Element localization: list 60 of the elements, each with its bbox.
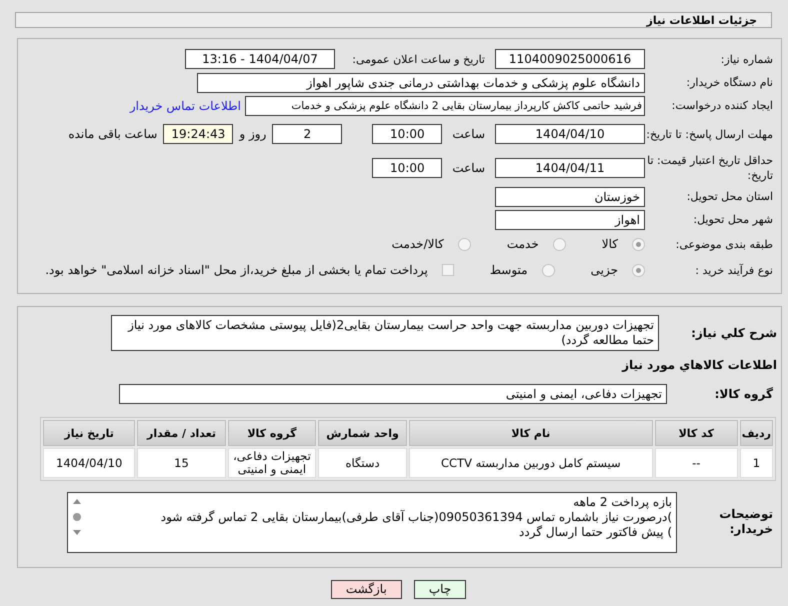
time-label: ساعت [452, 161, 485, 175]
note-line: )درصورت نیاز باشماره تماس 09050361394(جناب آقای طرفی)بیمارستان بقایی 2 تماس گرفته شود [160, 510, 672, 524]
column-header: نام کالا [408, 420, 653, 446]
note-line: بازه پرداخت 2 ماهه [572, 494, 672, 510]
print-button[interactable]: چاپ [414, 580, 466, 598]
buyer-contact-link[interactable]: اطلاعات تماس خریدار [130, 98, 241, 112]
field-label: تاریخ و ساعت اعلان عمومی: [351, 52, 485, 66]
need-number-field: 1104009025000616 [495, 49, 645, 69]
back-button[interactable]: بازگشت [330, 580, 402, 598]
column-header: ردیف [740, 420, 773, 446]
scrollbar-icon [70, 496, 84, 536]
field-label: ایجاد کننده درخواست: [670, 98, 773, 113]
field-label: توضیحات خریدار: [718, 507, 774, 537]
remaining-time-field: 19:24:43 [163, 124, 234, 144]
date-field: 1404/04/10 [495, 124, 645, 144]
radio-label: کالا [602, 237, 618, 251]
need-description-text: تجهیزات دوربین مداربسته جهت واحد حراست بیمارستان بقایی2(فایل پیوستی مشخصات کالاهای مورد نیاز حتما مطالعه گردد) [126, 318, 654, 348]
field-label: گروه کالا: [714, 386, 774, 402]
province-field: خوزستان [495, 186, 645, 206]
table-cell: 1 [740, 448, 773, 478]
table-cell: -- [654, 448, 738, 478]
field-label: حداقل تاریخ اعتبار قیمت: تا تاریخ: [646, 153, 773, 183]
note-line: ) پیش فاکتور حتما ارسال گردد [518, 524, 672, 540]
days-label: روز و [239, 127, 266, 141]
requester-field: فرشید حاتمی کاکش کارپرداز بیمارستان بقایی 2 دانشگاه علوم پزشکی و خدمات [245, 96, 645, 116]
section-heading: اطلاعات کالاهاي مورد نياز [622, 358, 777, 372]
field-label: شماره نیاز: [720, 52, 773, 66]
field-label: مهلت ارسال پاسخ: تا تاریخ: [645, 126, 773, 142]
time-label: ساعت [452, 127, 485, 141]
time-field: 10:00 [372, 158, 442, 178]
table-cell: سیستم کامل دوربین مداربسته CCTV [408, 448, 653, 478]
table-cell: 15 [137, 448, 226, 478]
column-header: واحد شمارش [318, 420, 407, 446]
radio-label: متوسط [490, 263, 528, 277]
field-label: نوع فرآیند خرید : [694, 262, 773, 278]
announce-date-field: 1404/04/07 - 13:16 [185, 49, 335, 69]
date-field: 1404/04/11 [495, 158, 645, 178]
column-header: گروه کالا [228, 420, 316, 446]
field-label: شرح کلي نياز: [690, 326, 777, 340]
checkbox-label: پرداخت تمام یا بخشی از مبلغ خرید،از محل "اسناد خزانه اسلامی" خواهد بود. [45, 263, 428, 277]
goods-group-field: تجهیزات دفاعی، ایمنی و امنیتی [119, 384, 667, 404]
table-cell: 1404/04/10 [43, 448, 136, 478]
days-field: 2 [272, 124, 342, 144]
field-label: طبقه بندی موضوعی: [674, 236, 773, 252]
field-label: استان محل تحویل: [686, 189, 773, 204]
column-header: کد کالا [654, 420, 738, 446]
table-cell: دستگاه [318, 448, 407, 478]
table-cell: تجهیزات دفاعی، ایمنی و امنیتی [228, 448, 316, 478]
field-label: شهر محل تحویل: [692, 212, 773, 227]
column-header: تعداد / مقدار [137, 420, 226, 446]
city-field: اهواز [495, 210, 645, 230]
radio-label: جزیی [590, 263, 618, 277]
buyer-org-field: دانشگاه علوم پزشکی و خدمات بهداشتی درمانی جندی شاپور اهواز [197, 72, 645, 92]
column-header: تاریخ نیاز [43, 420, 136, 446]
radio-label: کالا/خدمت [392, 237, 444, 251]
time-field: 10:00 [372, 124, 442, 144]
field-label: نام دستگاه خریدار: [685, 75, 773, 90]
page-title: جزئیات اطلاعات نیاز [646, 14, 757, 26]
remaining-label: ساعت باقی مانده [68, 127, 158, 141]
radio-label: خدمت [506, 237, 539, 251]
